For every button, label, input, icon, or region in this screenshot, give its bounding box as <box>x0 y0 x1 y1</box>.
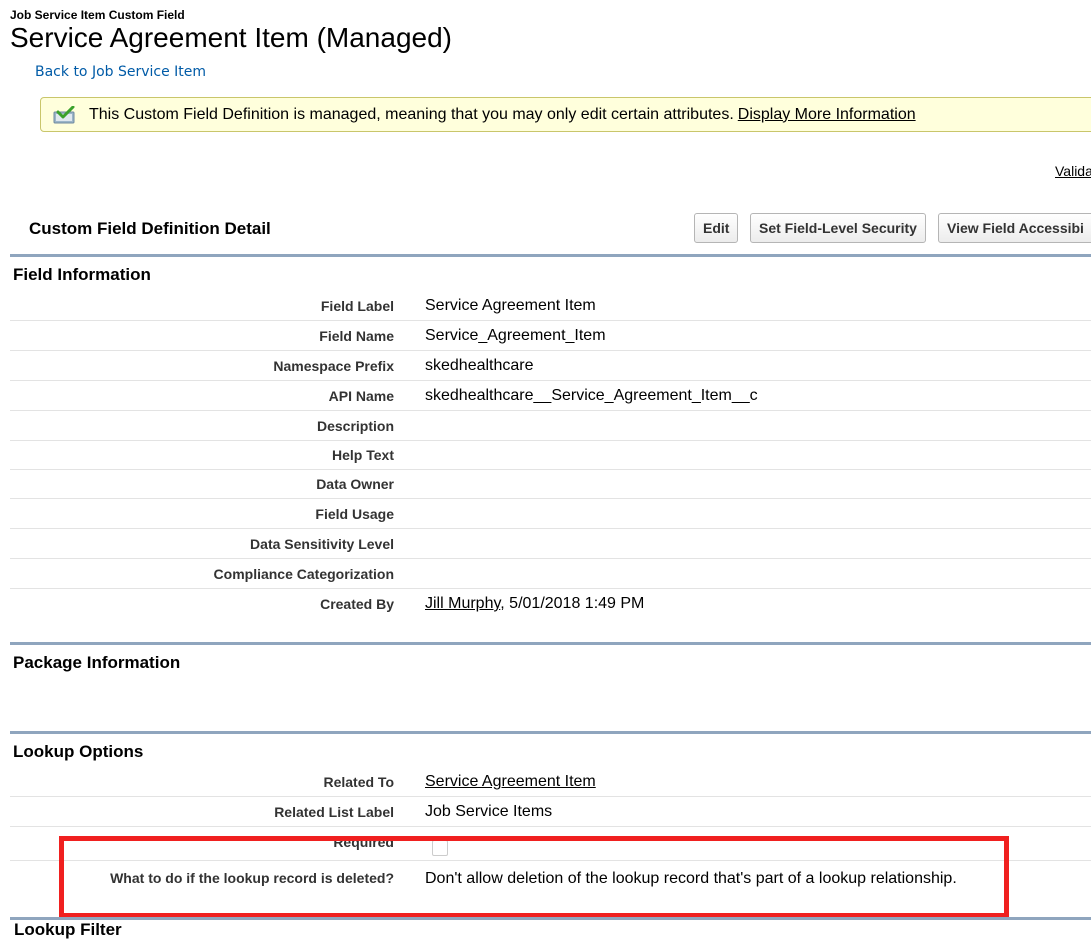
description-row: Description <box>10 411 1091 441</box>
package-information-heading: Package Information <box>10 642 1091 674</box>
compliance-categorization-label: Compliance Categorization <box>213 566 394 582</box>
field-label-value: Service Agreement Item <box>425 297 596 314</box>
created-by-user-link[interactable]: Jill Murphy <box>425 595 500 612</box>
created-by-value: Jill Murphy, 5/01/2018 1:49 PM <box>425 595 644 613</box>
related-to-value: Service Agreement Item <box>425 773 596 791</box>
api-name-row: API Name skedhealthcare__Service_Agreeme… <box>10 381 1091 411</box>
namespace-prefix-label: Namespace Prefix <box>273 358 394 374</box>
help-text-label: Help Text <box>332 447 394 463</box>
detail-section-title: Custom Field Definition Detail <box>29 219 271 238</box>
related-to-link[interactable]: Service Agreement Item <box>425 773 596 790</box>
created-by-row: Created By Jill Murphy, 5/01/2018 1:49 P… <box>10 589 1091 619</box>
field-usage-row: Field Usage <box>10 499 1091 529</box>
lookup-filter-divider <box>10 917 1091 920</box>
field-name-label: Field Name <box>319 328 394 344</box>
validation-rules-link[interactable]: Valida <box>1055 163 1091 179</box>
related-list-label-row: Related List Label Job Service Items <box>10 797 1091 827</box>
lookup-filter-heading: Lookup Filter <box>14 920 122 939</box>
notice-text: This Custom Field Definition is managed,… <box>89 105 916 123</box>
description-label: Description <box>316 418 394 434</box>
created-by-label: Created By <box>320 596 394 612</box>
api-name-label: API Name <box>328 388 394 404</box>
related-list-label-value: Job Service Items <box>425 803 553 820</box>
field-name-value: Service_Agreement_Item <box>425 327 606 344</box>
field-label-label: Field Label <box>320 298 394 314</box>
data-sensitivity-level-row: Data Sensitivity Level <box>10 529 1091 559</box>
back-to-job-service-item-link[interactable]: Back to Job Service Item <box>35 64 206 80</box>
field-information-heading: Field Information <box>10 254 1091 286</box>
created-by-date: , 5/01/2018 1:49 PM <box>500 595 645 612</box>
object-type-label: Job Service Item Custom Field <box>10 8 185 22</box>
set-field-level-security-button[interactable]: Set Field-Level Security <box>750 213 926 243</box>
related-list-label-label: Related List Label <box>274 804 394 820</box>
data-owner-row: Data Owner <box>10 469 1091 499</box>
help-text-row: Help Text <box>10 440 1091 470</box>
view-field-accessibility-button[interactable]: View Field Accessibi <box>938 213 1091 243</box>
related-to-row: Related To Service Agreement Item <box>10 767 1091 797</box>
checkmark-icon <box>53 105 75 124</box>
display-more-information-link[interactable]: Display More Information <box>738 106 916 123</box>
compliance-categorization-row: Compliance Categorization <box>10 559 1091 589</box>
field-usage-label: Field Usage <box>315 506 394 522</box>
lookup-options-heading: Lookup Options <box>10 731 1091 763</box>
highlight-box <box>59 836 1009 918</box>
page-title: Service Agreement Item (Managed) <box>10 22 452 53</box>
api-name-value: skedhealthcare__Service_Agreement_Item__… <box>425 387 758 404</box>
data-owner-label: Data Owner <box>316 476 394 492</box>
edit-button[interactable]: Edit <box>694 213 739 243</box>
field-label-row: Field Label Service Agreement Item <box>10 291 1091 321</box>
data-sensitivity-level-label: Data Sensitivity Level <box>250 536 394 552</box>
namespace-prefix-value: skedhealthcare <box>425 357 534 374</box>
field-name-row: Field Name Service_Agreement_Item <box>10 321 1091 351</box>
managed-field-notice: This Custom Field Definition is managed,… <box>40 97 1091 132</box>
related-to-label: Related To <box>323 774 394 790</box>
namespace-prefix-row: Namespace Prefix skedhealthcare <box>10 351 1091 381</box>
